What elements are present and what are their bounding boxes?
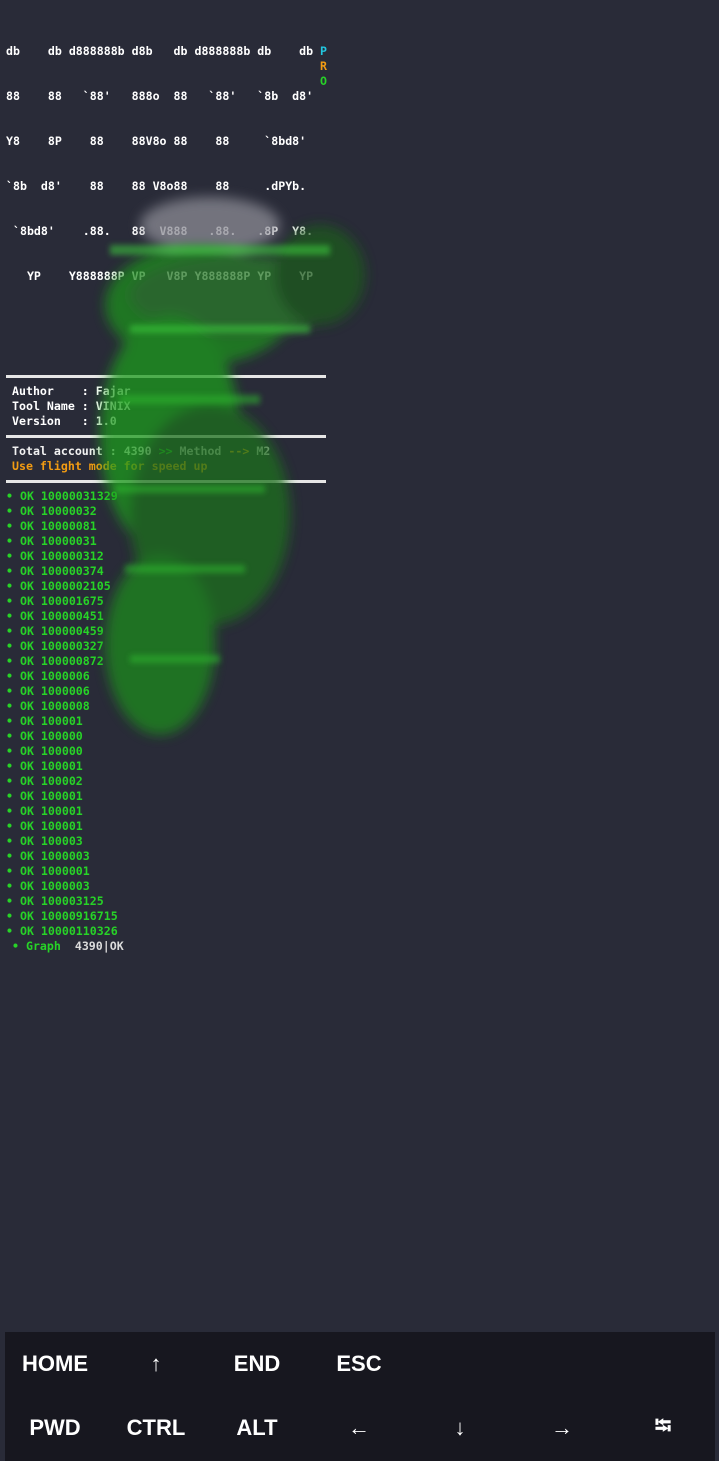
graph-count: 4390|OK [74, 939, 124, 953]
result-line: • OK 100001 [6, 759, 83, 773]
result-line: • OK 100003 [6, 834, 83, 848]
result-line: • OK 100000 [6, 729, 83, 743]
result-line: • OK 100000312 [6, 549, 104, 563]
result-line: • OK 100000374 [6, 564, 104, 578]
result-line: • OK 100002 [6, 774, 83, 788]
result-line: • OK 100001675 [6, 594, 104, 608]
key-arrow-down[interactable]: ↓ [410, 1403, 510, 1453]
result-line: • OK 1000006 [6, 684, 90, 698]
graph-label: • Graph [12, 939, 61, 953]
banner-line: `8bd8' .88. 88 V888 .88. .8P Y8. [6, 224, 314, 238]
banner-line: db db d888888b d8b db d888888b db db [6, 44, 314, 58]
result-line: • OK 100001 [6, 804, 83, 818]
result-line: • OK 10000110326 [6, 924, 118, 938]
divider [6, 435, 326, 438]
result-line: • OK 10000032 [6, 504, 97, 518]
result-line: • OK 1000001 [6, 864, 90, 878]
result-line: • OK 1000002105 [6, 579, 111, 593]
extra-keys-bar: HOME ↑ END ESC PWD CTRL ALT ← ↓ → ⭾ [5, 1332, 715, 1461]
result-line: • OK 1000006 [6, 669, 90, 683]
info-author: Author : Fajar [12, 384, 131, 398]
graph-line: • Graph 4390|OK [6, 939, 426, 954]
key-alt[interactable]: ALT [207, 1403, 307, 1453]
result-line: • OK 100000872 [6, 654, 104, 668]
method-value: M2 [256, 444, 271, 458]
ascii-banner: db db d888888b d8b db d888888b db db 88 … [6, 14, 426, 359]
result-line: • OK 1000003 [6, 849, 90, 863]
result-line: • OK 10000031329 [6, 489, 118, 503]
result-line: • OK 100003125 [6, 894, 104, 908]
result-line: • OK 10000916715 [6, 909, 118, 923]
results-list: • OK 10000031329 • OK 10000032 • OK 1000… [6, 489, 426, 939]
result-line: • OK 100000 [6, 744, 83, 758]
info-version: Version : 1.0 [12, 414, 117, 428]
result-line: • OK 10000081 [6, 519, 97, 533]
result-line: • OK 100001 [6, 819, 83, 833]
banner-line: Y8 8P 88 88V8o 88 88 `8bd8' [6, 134, 314, 148]
termux-screen: db db d888888b d8b db d888888b db db 88 … [0, 0, 719, 1461]
key-end[interactable]: END [207, 1339, 307, 1389]
result-line: • OK 100000459 [6, 624, 104, 638]
key-arrow-left[interactable]: ← [309, 1403, 409, 1453]
terminal-output: db db d888888b d8b db d888888b db db 88 … [6, 14, 426, 954]
banner-letter-p: P [320, 44, 327, 58]
result-line: • OK 100000451 [6, 609, 104, 623]
result-line: • OK 100000327 [6, 639, 104, 653]
banner-line: `8b d8' 88 88 V8o88 88 .dPYb. [6, 179, 314, 193]
total-label: Total account : [12, 444, 124, 458]
key-home[interactable]: HOME [5, 1339, 105, 1389]
key-esc[interactable]: ESC [309, 1339, 409, 1389]
key-ctrl[interactable]: CTRL [106, 1403, 206, 1453]
key-arrow-right[interactable]: → [512, 1403, 612, 1453]
banner-line: YP Y888888P VP V8P Y888888P YP YP [6, 269, 314, 283]
flight-mode-hint: Use flight mode for speed up [12, 459, 208, 473]
key-tab-icon[interactable]: ⭾ [613, 1403, 713, 1453]
total-value: 4390 [123, 444, 152, 458]
result-line: • OK 1000008 [6, 699, 90, 713]
result-line: • OK 100001 [6, 789, 83, 803]
key-arrow-up[interactable]: ↑ [106, 1339, 206, 1389]
divider [6, 375, 326, 378]
arrow-separator: --> [221, 444, 257, 458]
banner-letter-r: R [320, 59, 327, 73]
divider [6, 480, 326, 483]
result-line: • OK 10000031 [6, 534, 97, 548]
key-pwd[interactable]: PWD [5, 1403, 105, 1453]
info-tool-name: Tool Name : VINIX [12, 399, 131, 413]
total-account-line: Total account : 4390 >> Method --> M2 [6, 444, 426, 459]
method-label: Method [179, 444, 222, 458]
arrow-separator: >> [151, 444, 180, 458]
result-line: • OK 1000003 [6, 879, 90, 893]
banner-letter-o: O [320, 74, 327, 88]
banner-line: 88 88 `88' 888o 88 `88' `8b d8' [6, 89, 314, 103]
result-line: • OK 100001 [6, 714, 83, 728]
